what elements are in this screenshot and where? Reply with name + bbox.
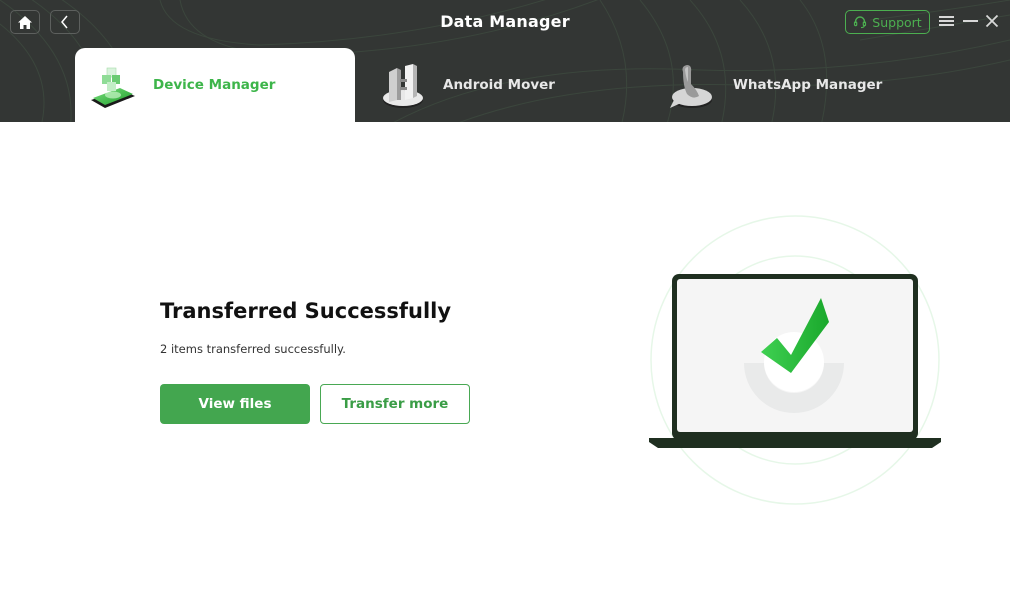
view-files-button[interactable]: View files (160, 384, 310, 424)
tab-whatsapp-manager[interactable]: WhatsApp Manager (645, 48, 935, 122)
hamburger-menu-icon (938, 16, 954, 26)
transfer-more-button[interactable]: Transfer more (320, 384, 470, 424)
tab-android-mover[interactable]: Android Mover (355, 48, 645, 122)
device-manager-icon (91, 67, 135, 108)
menu-button[interactable] (937, 12, 955, 30)
tab-label: WhatsApp Manager (733, 77, 883, 93)
close-button[interactable] (983, 12, 1001, 30)
laptop-base (649, 438, 941, 448)
title-bar: Data Manager Support Device Manager Andr… (0, 0, 1010, 122)
laptop-checkmark-illustration (649, 215, 941, 505)
tab-device-manager[interactable]: Device Manager (75, 48, 355, 122)
minimize-button[interactable] (961, 12, 979, 30)
support-button[interactable]: Support (845, 10, 930, 34)
close-icon (985, 14, 999, 28)
headset-icon (854, 16, 867, 29)
whatsapp-manager-icon (670, 65, 712, 108)
tab-label: Android Mover (443, 77, 555, 93)
support-label: Support (872, 14, 922, 30)
tab-label: Device Manager (153, 77, 276, 93)
result-description: 2 items transferred successfully. (160, 342, 346, 356)
result-title: Transferred Successfully (160, 299, 452, 323)
minimize-icon (962, 20, 978, 22)
android-mover-icon (383, 64, 423, 108)
